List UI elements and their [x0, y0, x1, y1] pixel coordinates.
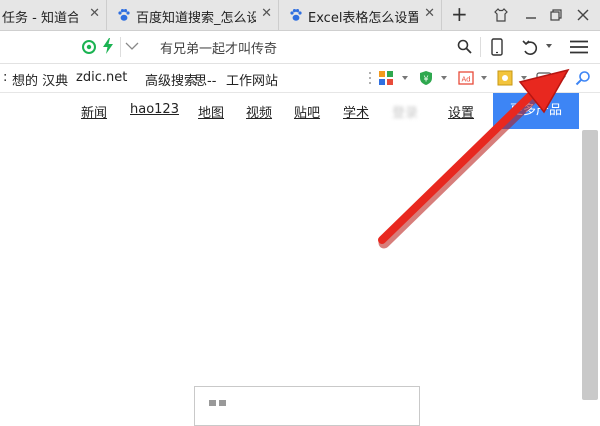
svg-text:¥: ¥	[423, 75, 428, 84]
skin-icon[interactable]	[493, 7, 509, 23]
bookmark-1[interactable]: 想的 汉典	[12, 70, 68, 89]
mobile-icon[interactable]	[491, 38, 503, 56]
nav-login-blurred[interactable]: 登录	[392, 102, 418, 121]
toolbar-separator	[480, 37, 481, 57]
caret-down-icon[interactable]	[560, 76, 566, 80]
baidu-paw-icon	[290, 9, 302, 21]
screenshot-icon[interactable]	[497, 70, 513, 86]
menu-icon[interactable]	[570, 40, 588, 54]
speed-mode-bolt-icon[interactable]	[102, 38, 114, 54]
minimize-icon[interactable]	[523, 7, 539, 23]
adblock-icon[interactable]: Ad	[458, 70, 474, 86]
nav-video[interactable]: 视频	[246, 102, 272, 121]
magnifier-icon[interactable]	[575, 70, 591, 86]
undo-icon[interactable]	[521, 38, 539, 56]
gamepad-icon[interactable]	[536, 70, 552, 86]
more-products-button[interactable]: 更多产品	[493, 93, 579, 129]
bookmark-2[interactable]: zdic.net	[76, 70, 127, 85]
scrollbar-thumb[interactable]	[582, 130, 598, 400]
nav-news[interactable]: 新闻	[81, 102, 107, 121]
page-content: 新闻 hao123 地图 视频 贴吧 学术 登录 设置 更多产品	[0, 93, 600, 426]
caret-down-icon[interactable]	[481, 76, 487, 80]
nav-tieba[interactable]: 贴吧	[294, 102, 320, 121]
nav-map[interactable]: 地图	[198, 102, 224, 121]
search-box-icon	[209, 400, 226, 406]
tab-1[interactable]: 任务 - 知道合伙人 ✕	[0, 0, 107, 30]
bookmark-5[interactable]: 工作网站	[226, 70, 278, 89]
baidu-top-nav: 新闻 hao123 地图 视频 贴吧 学术 登录 设置 更多产品	[0, 93, 580, 129]
tab-3-title: Excel表格怎么设置	[308, 11, 418, 26]
chevron-down-icon[interactable]	[125, 41, 139, 51]
address-separator	[120, 37, 121, 57]
search-icon[interactable]	[457, 39, 472, 54]
caret-down-icon[interactable]	[521, 76, 527, 80]
tab-3-close-icon[interactable]: ✕	[424, 6, 435, 22]
bookmarks-bar: : 想的 汉典 zdic.net 高级搜索 思-- 工作网站 ¥ Ad	[0, 64, 600, 93]
bookmark-4[interactable]: 思--	[194, 70, 216, 89]
bookmark-3[interactable]: 高级搜索	[145, 70, 197, 89]
apps-grid-icon[interactable]	[378, 70, 394, 86]
security-shield-icon[interactable]	[82, 40, 96, 54]
tab-strip: 任务 - 知道合伙人 ✕ 百度知道搜索_怎么设置 ✕ Excel表格怎么设置 ✕…	[0, 0, 600, 31]
caret-down-icon[interactable]	[441, 76, 447, 80]
security-guard-icon[interactable]: ¥	[418, 70, 434, 86]
baidu-paw-icon	[118, 9, 130, 21]
nav-academic[interactable]: 学术	[343, 102, 369, 121]
new-tab-button[interactable]: +	[451, 3, 468, 25]
tab-2[interactable]: 百度知道搜索_怎么设置 ✕	[108, 0, 279, 30]
search-box[interactable]	[194, 386, 420, 426]
tab-1-close-icon[interactable]: ✕	[89, 6, 100, 22]
nav-settings[interactable]: 设置	[448, 102, 474, 121]
address-bar: 有兄弟一起才叫传奇	[0, 31, 600, 64]
tab-2-title: 百度知道搜索_怎么设置	[136, 11, 256, 26]
close-window-icon[interactable]	[575, 7, 591, 23]
nav-hao123[interactable]: hao123	[130, 102, 179, 117]
address-input[interactable]: 有兄弟一起才叫传奇	[160, 38, 277, 57]
caret-down-icon[interactable]	[402, 76, 408, 80]
tab-2-close-icon[interactable]: ✕	[261, 6, 272, 22]
svg-text:Ad: Ad	[461, 76, 470, 84]
restore-icon[interactable]	[548, 7, 564, 23]
bookmark-prefix: :	[3, 70, 8, 85]
tab-3[interactable]: Excel表格怎么设置 ✕	[280, 0, 442, 30]
bookmark-divider-icon	[369, 72, 371, 84]
caret-down-icon[interactable]	[546, 44, 552, 48]
tab-1-title: 任务 - 知道合伙人	[2, 11, 78, 26]
